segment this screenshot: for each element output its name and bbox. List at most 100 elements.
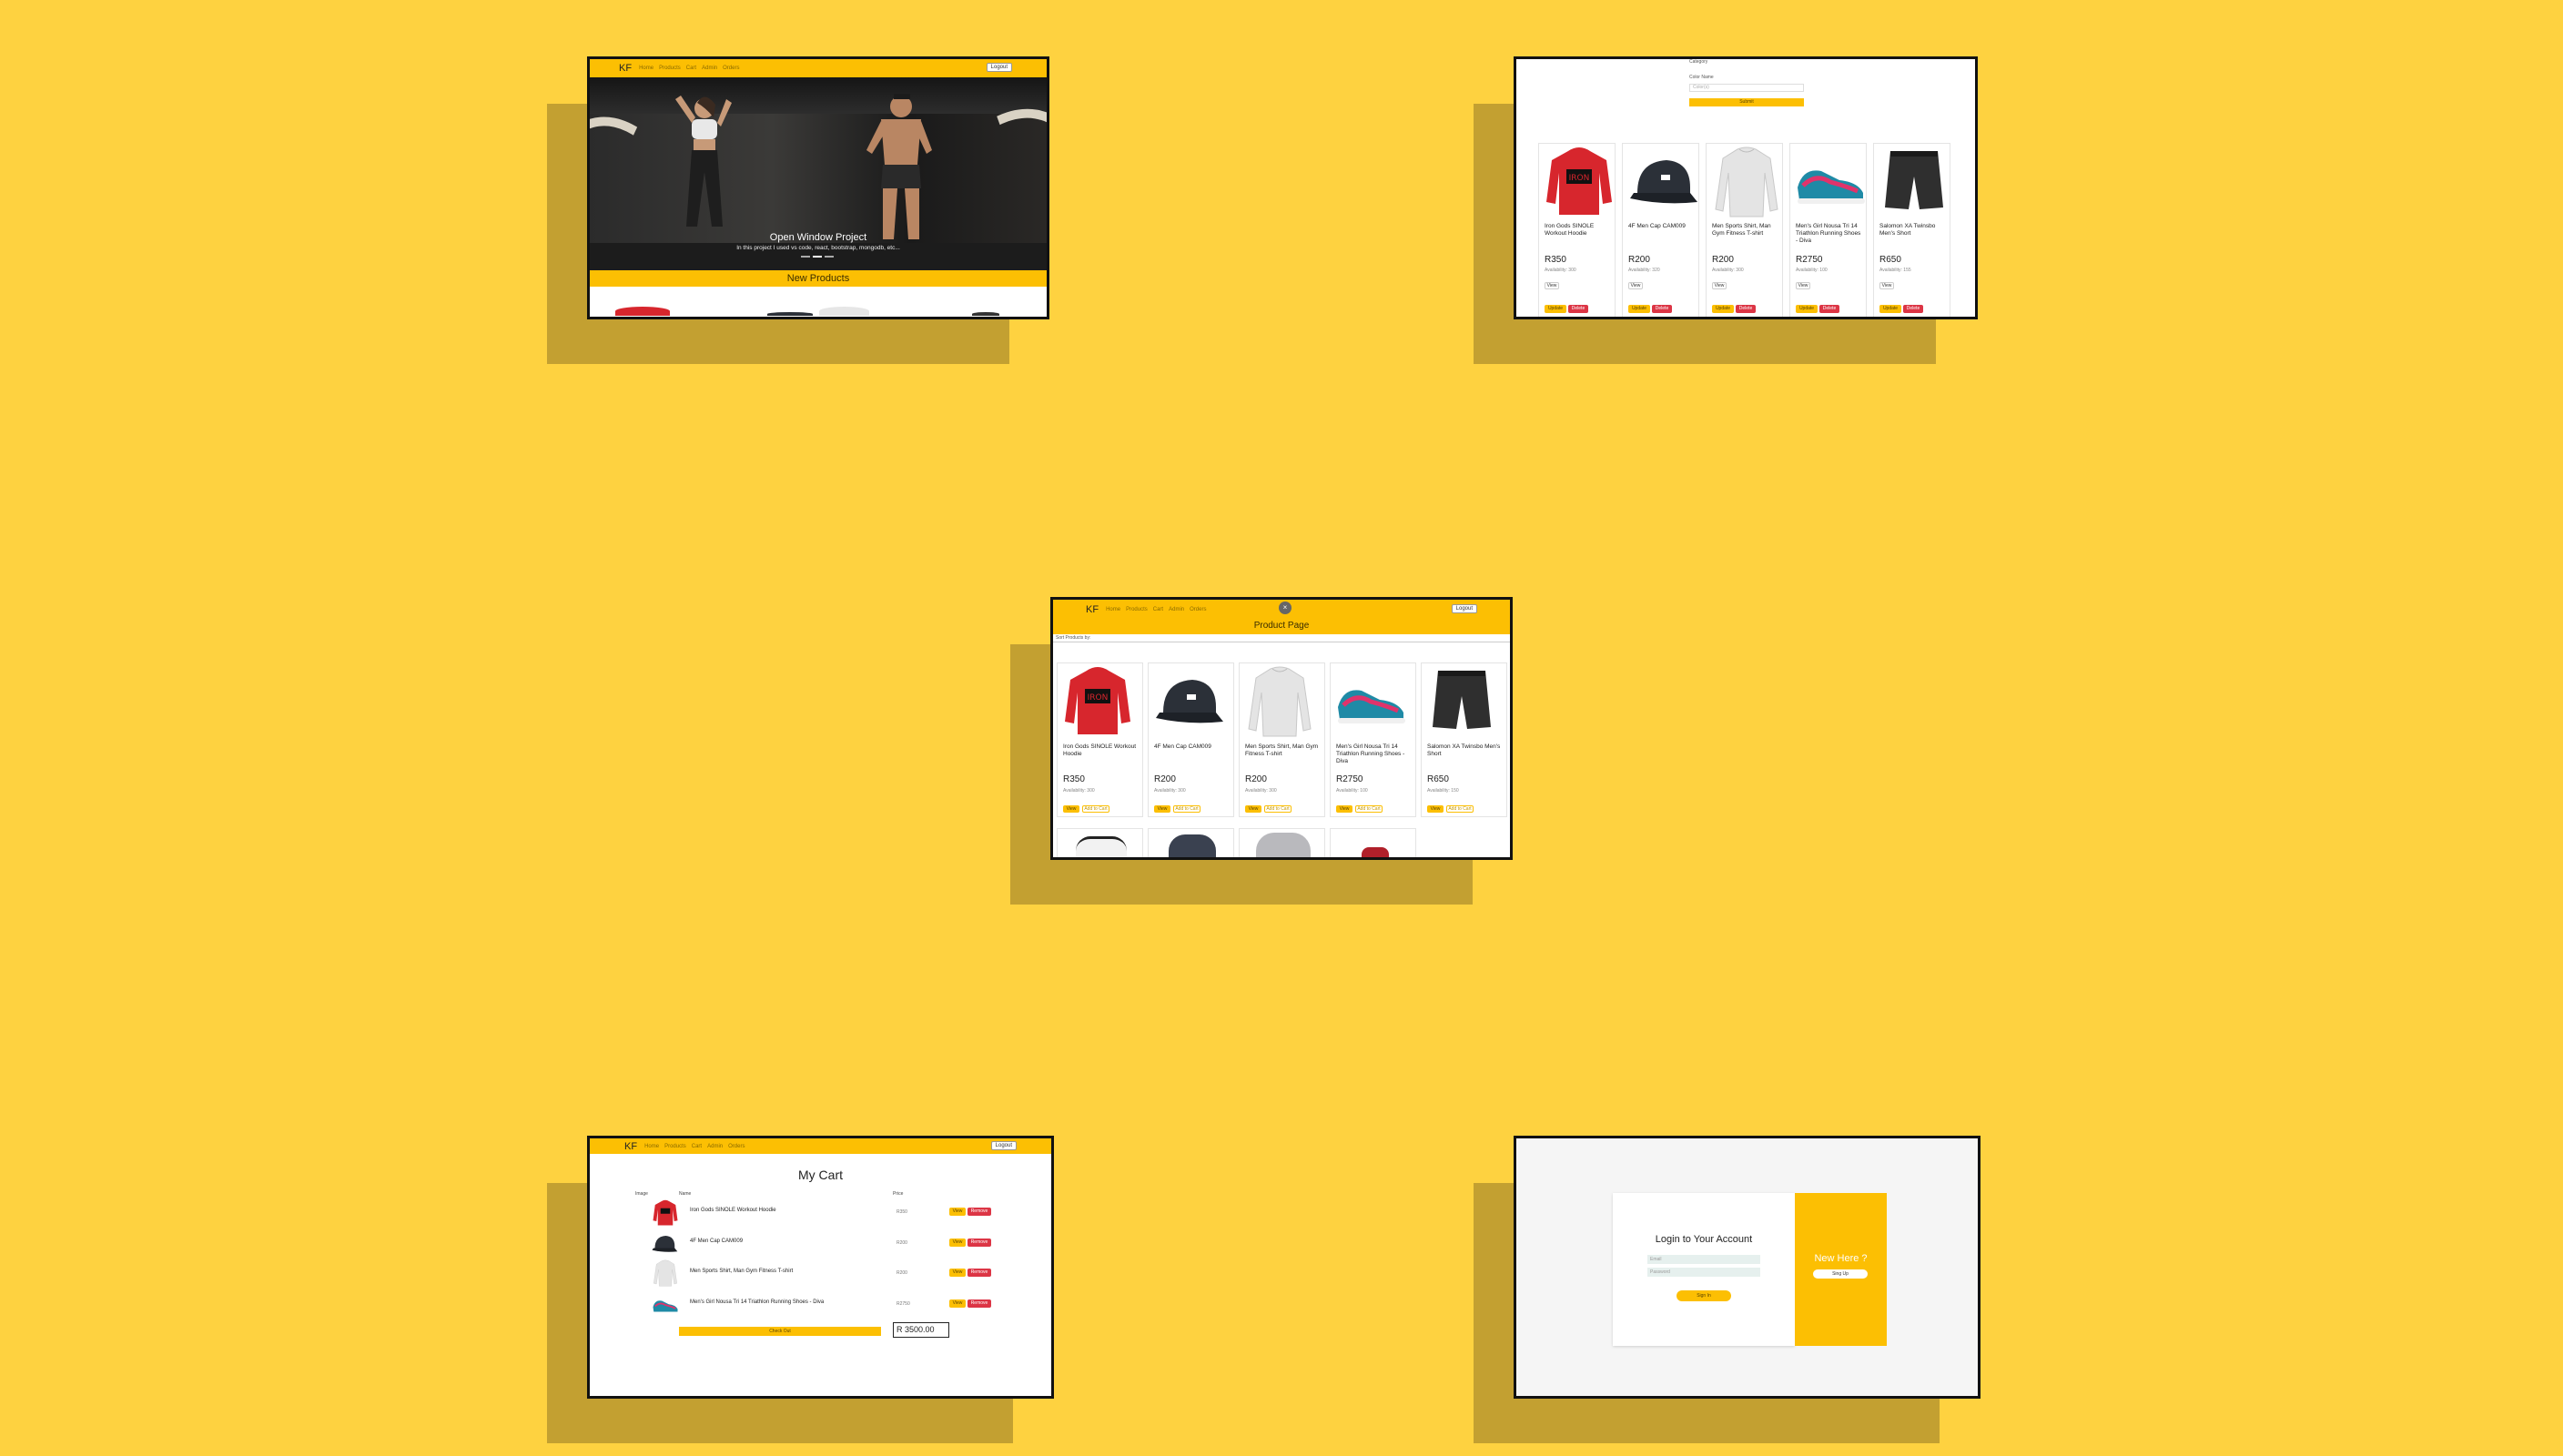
- view-button[interactable]: View: [949, 1299, 966, 1308]
- view-button[interactable]: View: [1427, 805, 1444, 813]
- product-name: Salomon XA Twinsbo Men's Short: [1427, 743, 1501, 757]
- nav-link-products[interactable]: Products: [659, 66, 681, 71]
- update-button[interactable]: Update: [1628, 305, 1650, 313]
- view-button[interactable]: View: [949, 1239, 966, 1247]
- view-button[interactable]: View: [1796, 282, 1810, 289]
- view-button[interactable]: View: [949, 1269, 966, 1277]
- logo[interactable]: KF: [619, 63, 632, 74]
- shoe-image: [1338, 690, 1405, 723]
- nav-link-home[interactable]: Home: [639, 66, 653, 71]
- product-card: 4F Men Cap CAM009 R200 Availability: 300…: [1148, 662, 1234, 817]
- password-field[interactable]: Password: [1647, 1268, 1760, 1277]
- product-card: Salomon XA Twinsbo Men's Short R650 Avai…: [1421, 662, 1507, 817]
- nav-link-products[interactable]: Products: [664, 1144, 686, 1149]
- carousel-indicator[interactable]: [825, 256, 834, 258]
- view-button[interactable]: View: [1336, 805, 1352, 813]
- woman-athlete-figure: [675, 96, 732, 227]
- product-card-partial: [1148, 828, 1234, 857]
- nav-link-admin[interactable]: Admin: [702, 66, 717, 71]
- view-button[interactable]: View: [1712, 282, 1727, 289]
- nav-link-admin[interactable]: Admin: [1169, 607, 1184, 612]
- nav-link-cart[interactable]: Cart: [692, 1144, 702, 1149]
- nav-link-home[interactable]: Home: [644, 1144, 659, 1149]
- product-peek-hoodie: [615, 307, 670, 316]
- nav-link-home[interactable]: Home: [1106, 607, 1120, 612]
- checkout-button[interactable]: Check Out: [679, 1327, 881, 1336]
- update-button[interactable]: Update: [1545, 305, 1566, 313]
- hero-carousel: Open Window Project In this project I us…: [590, 77, 1047, 270]
- page-title: My Cart: [798, 1168, 843, 1182]
- hoodie-thumbnail: [653, 1199, 678, 1226]
- add-to-cart-button[interactable]: Add to Cart: [1355, 805, 1383, 813]
- logo[interactable]: KF: [1086, 604, 1099, 615]
- update-button[interactable]: Update: [1712, 305, 1734, 313]
- new-here-heading: New Here ?: [1814, 1253, 1868, 1264]
- product-availability: Availability: 150: [1427, 788, 1459, 794]
- carousel-indicator[interactable]: [801, 256, 810, 258]
- view-button[interactable]: View: [1063, 805, 1079, 813]
- product-name: 4F Men Cap CAM009: [1628, 223, 1686, 229]
- remove-button[interactable]: Remove: [967, 1269, 991, 1277]
- view-button[interactable]: View: [1245, 805, 1261, 813]
- add-to-cart-button[interactable]: Add to Cart: [1173, 805, 1200, 813]
- logout-button[interactable]: Logout: [986, 63, 1012, 72]
- product-price: R2750: [1796, 255, 1823, 265]
- submit-button[interactable]: Submit: [1689, 98, 1804, 106]
- delete-button[interactable]: Delete: [1568, 305, 1588, 313]
- update-button[interactable]: Update: [1879, 305, 1901, 313]
- view-button[interactable]: View: [949, 1208, 966, 1216]
- remove-button[interactable]: Remove: [967, 1299, 991, 1308]
- product-price: R350: [1063, 774, 1085, 784]
- add-to-cart-button[interactable]: Add to Cart: [1264, 805, 1292, 813]
- product-card-partial: [1057, 828, 1143, 857]
- product-availability: Availability: 100: [1796, 268, 1828, 273]
- nav-link-orders[interactable]: Orders: [728, 1144, 745, 1149]
- column-header-price: Price: [893, 1191, 904, 1197]
- email-field[interactable]: Email: [1647, 1255, 1760, 1264]
- add-to-cart-button[interactable]: Add to Cart: [1082, 805, 1109, 813]
- remove-button[interactable]: Remove: [967, 1239, 991, 1247]
- close-icon[interactable]: ×: [1279, 602, 1292, 614]
- navbar: KF Home Products Cart Admin Orders Logou…: [590, 59, 1047, 77]
- product-card: Men's Girl Nousa Tri 14 Triathlon Runnin…: [1330, 662, 1416, 817]
- sign-in-button[interactable]: Sign In: [1677, 1290, 1731, 1301]
- view-button[interactable]: View: [1154, 805, 1170, 813]
- shirt-image: [1248, 666, 1312, 737]
- delete-button[interactable]: Delete: [1819, 305, 1839, 313]
- product-price: R350: [1545, 255, 1566, 265]
- view-button[interactable]: View: [1545, 282, 1559, 289]
- sort-dropdown[interactable]: Sort Products by:: [1053, 634, 1510, 642]
- page-title: Product Page: [1053, 620, 1510, 634]
- nav-links: Home Products Cart Admin Orders: [1106, 607, 1206, 612]
- nav-link-orders[interactable]: Orders: [723, 66, 739, 71]
- color-input[interactable]: Color(s): [1689, 84, 1804, 92]
- nav-link-orders[interactable]: Orders: [1190, 607, 1206, 612]
- nav-link-cart[interactable]: Cart: [686, 66, 696, 71]
- product-availability: Availability: 300: [1712, 268, 1744, 273]
- nav-link-products[interactable]: Products: [1126, 607, 1148, 612]
- delete-button[interactable]: Delete: [1903, 305, 1923, 313]
- product-card: IRON Iron Gods SINOLE Workout Hoodie R35…: [1057, 662, 1143, 817]
- sign-up-button[interactable]: Sing Up: [1813, 1269, 1868, 1279]
- shirt-image: [1715, 147, 1778, 217]
- nav-link-admin[interactable]: Admin: [707, 1144, 723, 1149]
- hero-title: Open Window Project: [769, 232, 867, 243]
- logout-button[interactable]: Logout: [990, 1141, 1017, 1150]
- product-peek-shirt: [819, 307, 869, 316]
- add-to-cart-button[interactable]: Add to Cart: [1446, 805, 1474, 813]
- logo[interactable]: KF: [624, 1141, 637, 1152]
- hoodie-image: IRON: [1065, 667, 1130, 734]
- remove-button[interactable]: Remove: [967, 1208, 991, 1216]
- logout-button[interactable]: Logout: [1451, 604, 1477, 613]
- carousel-indicator-active[interactable]: [813, 256, 822, 258]
- admin-product-card: IRON Iron Gods SINOLE Workout Hoodie R35…: [1538, 143, 1616, 317]
- product-price: R2750: [1336, 774, 1363, 784]
- nav-link-cart[interactable]: Cart: [1153, 607, 1163, 612]
- login-title: Login to Your Account: [1655, 1234, 1753, 1245]
- delete-button[interactable]: Delete: [1652, 305, 1672, 313]
- update-button[interactable]: Update: [1796, 305, 1818, 313]
- delete-button[interactable]: Delete: [1736, 305, 1756, 313]
- view-button[interactable]: View: [1628, 282, 1643, 289]
- view-button[interactable]: View: [1879, 282, 1894, 289]
- product-name: Men Sports Shirt, Man Gym Fitness T-shir…: [1712, 223, 1771, 237]
